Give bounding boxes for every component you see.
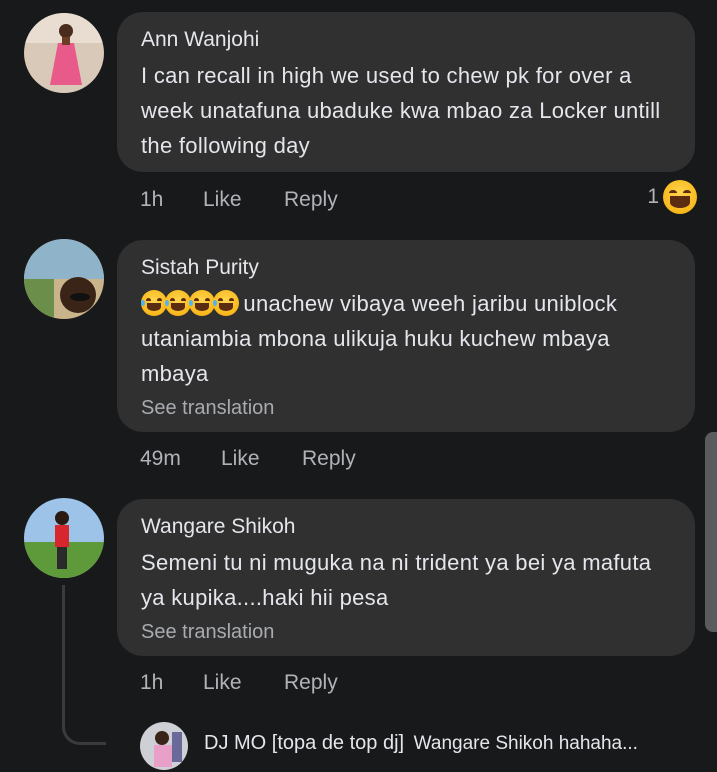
- thread-connector: [62, 585, 106, 745]
- reply-preview[interactable]: DJ MO [topa de top dj] Wangare Shikoh ha…: [140, 722, 717, 770]
- comment-actions: 1h Like Reply: [140, 188, 338, 212]
- comment-time: 49m: [140, 447, 181, 470]
- reply-button[interactable]: Reply: [284, 188, 338, 212]
- comment-text: unachew vibaya weeh jaribu uniblock utan…: [141, 290, 618, 386]
- reply-button[interactable]: Reply: [284, 671, 338, 695]
- reaction-count: 1: [647, 185, 659, 208]
- see-translation-link[interactable]: See translation: [141, 393, 671, 423]
- comment-text: I can recall in high we used to chew pk …: [141, 63, 661, 158]
- scrollbar[interactable]: [705, 432, 717, 632]
- comment-actions: 49m Like Reply: [140, 447, 356, 471]
- reply-snippet: Wangare Shikoh hahaha...: [413, 733, 638, 754]
- comment-bubble-ann: Ann Wanjohi I can recall in high we used…: [117, 12, 695, 172]
- comment-bubble-wangare: Wangare Shikoh Semeni tu ni muguka na ni…: [117, 499, 695, 656]
- reply-button[interactable]: Reply: [302, 447, 356, 471]
- comment-author[interactable]: Wangare Shikoh: [141, 513, 671, 541]
- like-button[interactable]: Like: [203, 188, 284, 212]
- comment-time: 1h: [140, 188, 164, 211]
- comment-time: 1h: [140, 671, 164, 694]
- comment-author[interactable]: Ann Wanjohi: [141, 26, 671, 54]
- comment-author[interactable]: Sistah Purity: [141, 254, 671, 282]
- like-button[interactable]: Like: [221, 447, 302, 471]
- reaction-summary[interactable]: 1: [647, 180, 697, 214]
- comment-text: Semeni tu ni muguka na ni trident ya bei…: [141, 550, 652, 610]
- avatar-sistah-purity[interactable]: [24, 239, 104, 319]
- comment-actions: 1h Like Reply: [140, 671, 338, 695]
- like-button[interactable]: Like: [203, 671, 284, 695]
- see-translation-link[interactable]: See translation: [141, 617, 671, 647]
- laughing-face-icon: [663, 180, 697, 214]
- reply-author[interactable]: DJ MO [topa de top dj]: [204, 732, 404, 754]
- comment-bubble-sistah: Sistah Purity unachew vibaya weeh jaribu…: [117, 240, 695, 432]
- avatar-ann-wanjohi[interactable]: [24, 13, 104, 93]
- avatar-dj-mo[interactable]: [140, 722, 188, 770]
- laughing-emoji-icon: [141, 290, 239, 316]
- avatar-wangare-shikoh[interactable]: [24, 498, 104, 578]
